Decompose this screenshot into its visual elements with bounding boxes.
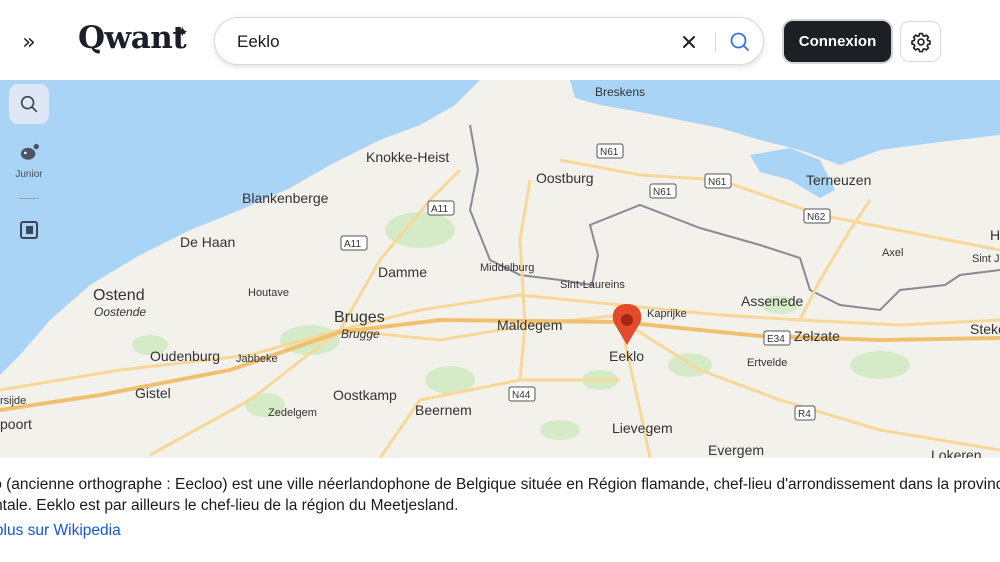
header-bar: » Qwant ✦ Connexion: [0, 0, 1000, 80]
place-label: poort: [0, 416, 32, 432]
road-shield: N44: [508, 386, 536, 402]
place-label: Ertvelde: [747, 357, 787, 369]
svg-text:N61: N61: [653, 187, 672, 198]
place-label: Kaprijke: [647, 308, 687, 320]
search-submit-button[interactable]: [727, 29, 753, 55]
place-label: Brugge: [341, 327, 380, 341]
place-label: Oudenburg: [150, 348, 220, 364]
expand-sidebar-button[interactable]: »: [14, 28, 44, 56]
place-label: Axel: [882, 247, 903, 259]
place-label: Knokke-Heist: [366, 149, 449, 165]
qwant-logo[interactable]: Qwant: [78, 20, 187, 56]
description-line: ientale. Eeklo est par ailleurs le chef-…: [0, 497, 459, 514]
place-label: Assenede: [741, 293, 803, 309]
place-label: Jabbeke: [236, 353, 278, 365]
gear-icon: [910, 32, 931, 52]
place-label: Maldegem: [497, 317, 562, 333]
sidebar-item-label: Junior: [15, 169, 43, 180]
place-label: rsijde: [0, 395, 26, 407]
description-line: klo (ancienne orthographe : Eecloo) est …: [0, 476, 1000, 493]
place-label: Beernem: [415, 402, 472, 418]
book-icon: [20, 221, 38, 239]
svg-text:A11: A11: [344, 239, 361, 250]
svg-text:N61: N61: [708, 177, 727, 188]
place-label: Oostende: [94, 305, 146, 319]
svg-text:E34: E34: [767, 334, 785, 345]
search-input[interactable]: [235, 28, 669, 56]
map-labels: Breskens Knokke-Heist Oostburg Terneuzen…: [0, 85, 1000, 458]
login-button[interactable]: Connexion: [784, 21, 891, 62]
place-label: Oostkamp: [333, 387, 397, 403]
road-shield: A11: [340, 235, 368, 251]
road-shield: N61: [649, 183, 677, 199]
svg-text:N62: N62: [807, 212, 826, 223]
settings-button[interactable]: [900, 21, 941, 62]
place-label: Damme: [378, 264, 427, 280]
place-label: Breskens: [595, 85, 645, 99]
road-shield: E34: [763, 330, 791, 346]
place-label: Sint-Laureins: [560, 279, 625, 291]
place-label: Gistel: [135, 385, 171, 401]
search-bar: [214, 17, 764, 65]
place-label: Evergem: [708, 442, 764, 458]
junior-icon: [20, 143, 39, 160]
place-label: Middelburg: [480, 262, 534, 274]
svg-text:A11: A11: [431, 204, 448, 215]
sidebar-divider: [19, 198, 39, 199]
sidebar-item-book[interactable]: [14, 215, 44, 245]
road-shield: N62: [803, 208, 831, 224]
wikipedia-link[interactable]: e plus sur Wikipedia: [0, 522, 121, 540]
place-label: Lokeren: [931, 447, 982, 458]
svg-text:N61: N61: [600, 147, 619, 158]
place-label: Sint J: [972, 253, 1000, 265]
place-label: Ostend: [93, 287, 145, 304]
wiki-summary: klo (ancienne orthographe : Eecloo) est …: [0, 458, 1000, 562]
road-shield: N61: [596, 143, 624, 159]
sidebar-item-junior[interactable]: Junior: [8, 142, 50, 182]
marker-label: Eeklo: [609, 348, 644, 364]
road-shield: A11: [427, 200, 455, 216]
place-label: Oostburg: [536, 170, 594, 186]
search-icon: [20, 95, 38, 113]
road-shield: R4: [794, 405, 816, 421]
clear-search-button[interactable]: [677, 30, 701, 54]
search-icon: [730, 32, 749, 51]
place-label: H: [990, 227, 1000, 243]
svg-text:R4: R4: [798, 409, 811, 420]
location-pin-icon[interactable]: [612, 304, 642, 345]
map-view[interactable]: Breskens Knokke-Heist Oostburg Terneuzen…: [0, 80, 1000, 458]
place-label: Zedelgem: [268, 407, 317, 419]
place-label: Zelzate: [794, 328, 840, 344]
place-label: Blankenberge: [242, 190, 329, 206]
search-separator: [715, 32, 716, 52]
place-label: Houtave: [248, 287, 289, 299]
sidebar-item-search[interactable]: [9, 84, 49, 124]
place-label: Terneuzen: [806, 172, 871, 188]
double-chevron-right-icon: »: [22, 29, 36, 55]
left-sidebar: Junior: [0, 80, 58, 280]
road-shield: N61: [704, 173, 732, 189]
close-icon: [683, 36, 695, 48]
place-label: De Haan: [180, 234, 235, 250]
logo-star-icon: ✦: [176, 23, 189, 41]
wiki-description: klo (ancienne orthographe : Eecloo) est …: [0, 474, 1000, 516]
svg-text:N44: N44: [512, 390, 531, 401]
place-label: Steke: [970, 321, 1000, 337]
place-label: Bruges: [334, 309, 385, 326]
place-label: Lievegem: [612, 420, 673, 436]
